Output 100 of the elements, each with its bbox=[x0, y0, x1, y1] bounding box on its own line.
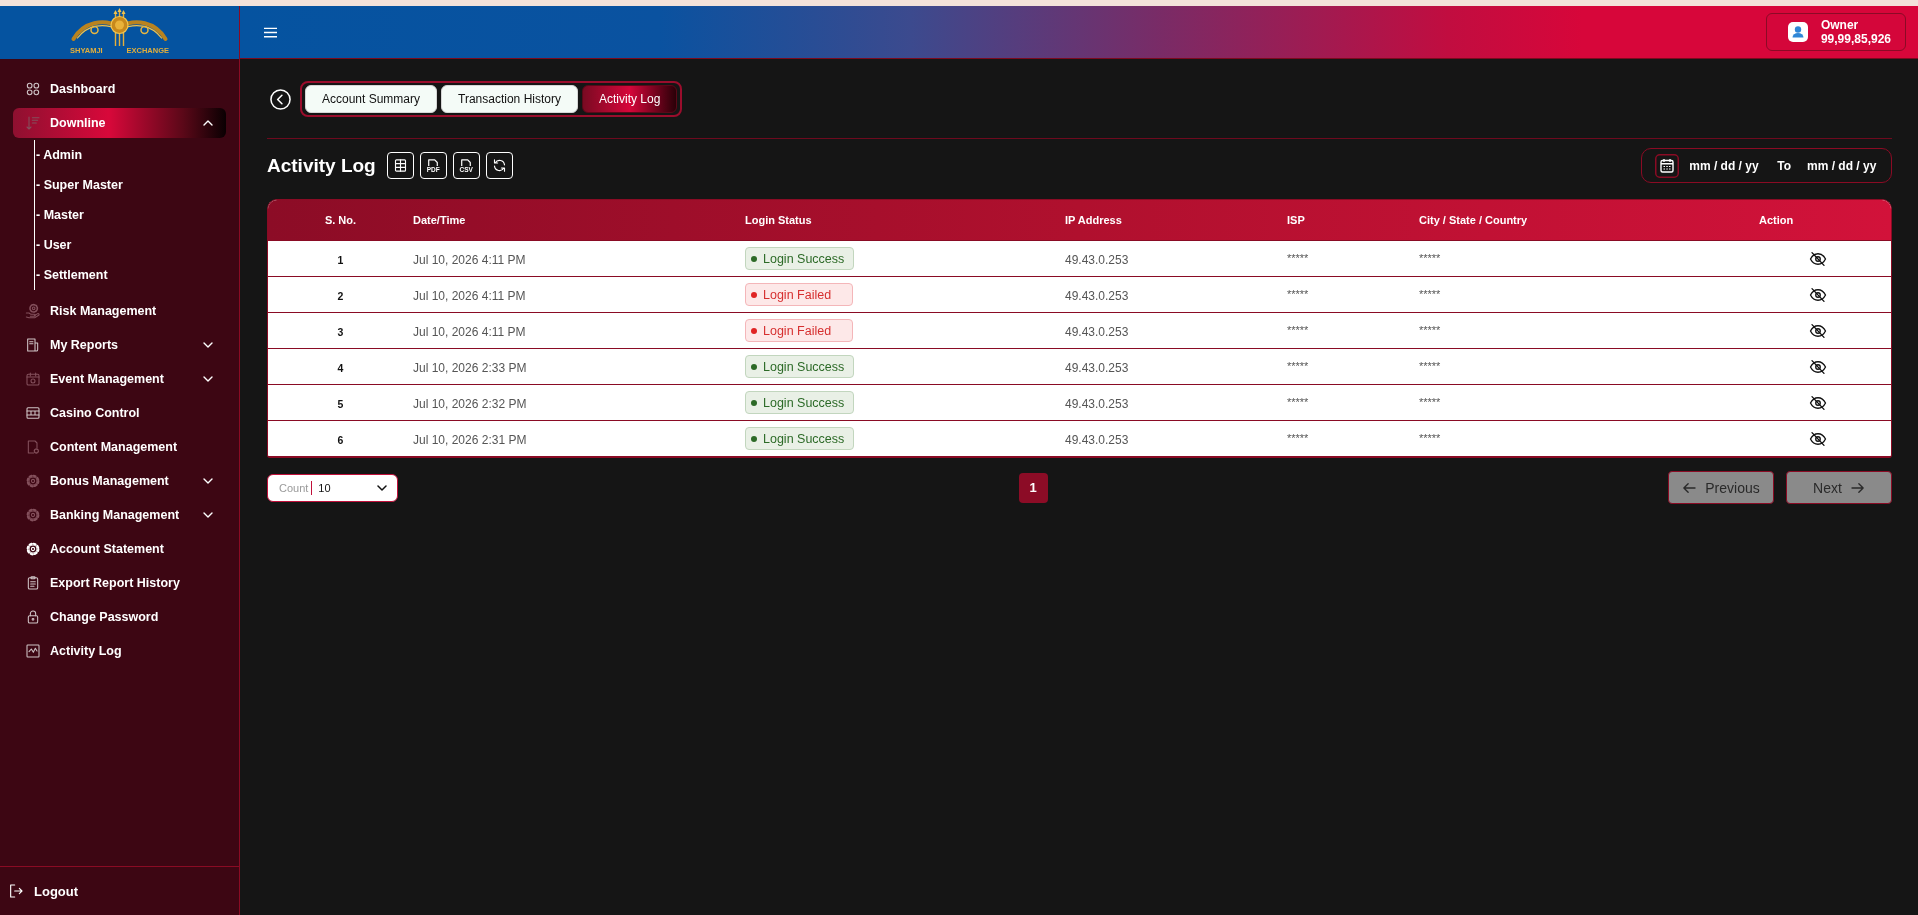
eye-slash-icon[interactable] bbox=[1809, 393, 1827, 412]
user-balance: 99,99,85,926 bbox=[1820, 32, 1891, 46]
status-text: Login Failed bbox=[763, 323, 832, 338]
column-header: ISP bbox=[1287, 214, 1305, 226]
sidebar-item[interactable]: Banking Management bbox=[13, 500, 226, 530]
table-cell: ***** bbox=[1419, 287, 1441, 300]
table-cell: 49.43.0.253 bbox=[1065, 432, 1129, 447]
spreadsheet-button[interactable] bbox=[386, 152, 414, 179]
column-header: Login Status bbox=[745, 214, 812, 226]
bow-emblem-icon bbox=[69, 8, 170, 46]
chevron-down-icon bbox=[377, 484, 387, 491]
sidebar-subitem[interactable]: - Master bbox=[35, 200, 84, 230]
table-cell: ***** bbox=[1419, 359, 1441, 372]
sidebar-item[interactable]: Activity Log bbox=[13, 636, 226, 666]
table-cell: 49.43.0.253 bbox=[1065, 252, 1129, 267]
table-cell: 49.43.0.253 bbox=[1065, 324, 1129, 339]
gear-icon bbox=[25, 473, 41, 489]
sidebar-subitem[interactable]: - User bbox=[35, 230, 72, 260]
arrow-right-icon bbox=[1850, 481, 1865, 494]
logout-icon bbox=[8, 883, 24, 899]
hand-gear-icon bbox=[25, 303, 41, 319]
table-cell: Jul 10, 2026 2:32 PM bbox=[413, 396, 527, 411]
status-text: Login Success bbox=[763, 395, 845, 410]
document-icon bbox=[460, 158, 473, 166]
sidebar-item[interactable]: Account Statement bbox=[13, 534, 226, 564]
table-cell: ***** bbox=[1287, 287, 1309, 300]
status-dot-icon bbox=[751, 435, 757, 442]
column-header: Action bbox=[1759, 214, 1794, 226]
status-text: Login Success bbox=[763, 431, 845, 446]
table-cell: ***** bbox=[1419, 431, 1441, 444]
sidebar-subitem[interactable]: - Super Master bbox=[35, 170, 123, 200]
sidebar-item[interactable]: Dashboard bbox=[13, 74, 226, 104]
sidebar-item[interactable]: Bonus Management bbox=[13, 466, 226, 496]
spreadsheet-icon bbox=[392, 158, 408, 173]
table-cell: ***** bbox=[1287, 323, 1309, 336]
logout-button[interactable]: Logout bbox=[8, 883, 79, 899]
table-cell: Jul 10, 2026 4:11 PM bbox=[413, 288, 526, 303]
table-cell: 3 bbox=[337, 325, 344, 338]
status-text: Login Success bbox=[763, 251, 845, 266]
user-role: Owner bbox=[1820, 18, 1860, 32]
table-cell: Jul 10, 2026 4:11 PM bbox=[413, 324, 526, 339]
sidebar-item[interactable]: Change Password bbox=[13, 602, 226, 632]
table-cell: 5 bbox=[337, 397, 344, 410]
count-select[interactable]: Count 10 bbox=[267, 473, 398, 502]
sidebar-item[interactable]: Export Report History bbox=[13, 568, 226, 598]
eye-slash-icon[interactable] bbox=[1809, 321, 1827, 340]
table-cell: ***** bbox=[1419, 395, 1441, 408]
table-cell: 6 bbox=[337, 433, 344, 446]
tab[interactable]: Account Summary bbox=[305, 85, 438, 113]
clipboard-icon bbox=[25, 575, 41, 591]
back-icon[interactable] bbox=[270, 88, 291, 110]
sidebar-item[interactable]: Casino Control bbox=[13, 398, 226, 428]
status-text: Login Success bbox=[763, 359, 845, 374]
sidebar-item[interactable]: Downline bbox=[13, 108, 226, 138]
sidebar-subitem[interactable]: - Settlement bbox=[35, 260, 108, 290]
status-dot-icon bbox=[751, 255, 757, 262]
table-cell: 49.43.0.253 bbox=[1065, 396, 1129, 411]
refresh-icon bbox=[491, 158, 507, 173]
lock-icon bbox=[25, 609, 41, 625]
table-cell: Jul 10, 2026 4:11 PM bbox=[413, 252, 526, 267]
user-badge[interactable]: Owner 99,99,85,926 bbox=[1765, 13, 1906, 51]
sort-lines-icon bbox=[25, 115, 41, 131]
column-header: Date/Time bbox=[413, 214, 466, 226]
column-header: S. No. bbox=[324, 214, 357, 226]
status-dot-icon bbox=[751, 291, 757, 298]
document-icon bbox=[427, 158, 440, 166]
grid-circles-icon bbox=[25, 81, 41, 97]
document-gear-icon bbox=[25, 439, 41, 455]
column-header: City / State / Country bbox=[1419, 214, 1528, 226]
to-date-field[interactable]: mm / dd / yy bbox=[1807, 158, 1879, 173]
sidebar-item[interactable]: Event Management bbox=[13, 364, 226, 394]
sidebar-item[interactable]: My Reports bbox=[13, 330, 226, 360]
table-cell: ***** bbox=[1287, 431, 1309, 444]
eye-slash-icon[interactable] bbox=[1809, 249, 1827, 268]
table-cell: ***** bbox=[1287, 395, 1309, 408]
table-cell: 2 bbox=[337, 289, 344, 302]
calendar-icon bbox=[25, 371, 41, 387]
status-dot-icon bbox=[751, 327, 757, 334]
table-cell: Jul 10, 2026 2:33 PM bbox=[413, 360, 527, 375]
gear-icon bbox=[25, 541, 41, 557]
status-text: Login Failed bbox=[763, 287, 832, 302]
eye-slash-icon[interactable] bbox=[1809, 429, 1827, 448]
sidebar-subitem[interactable]: - Admin bbox=[35, 140, 83, 170]
eye-slash-icon[interactable] bbox=[1809, 285, 1827, 304]
calendar-icon[interactable] bbox=[1655, 153, 1680, 178]
status-dot-icon bbox=[751, 363, 757, 370]
tab[interactable]: Activity Log bbox=[581, 85, 678, 113]
sidebar-item[interactable]: Risk Management bbox=[13, 296, 226, 326]
refresh-button[interactable] bbox=[485, 152, 513, 179]
status-dot-icon bbox=[751, 399, 757, 406]
table-cell: Jul 10, 2026 2:31 PM bbox=[413, 432, 527, 447]
table-cell: ***** bbox=[1287, 251, 1309, 264]
menu-icon[interactable] bbox=[264, 26, 277, 38]
tab[interactable]: Transaction History bbox=[441, 85, 578, 113]
table-cell: ***** bbox=[1419, 251, 1441, 264]
from-date-field[interactable]: mm / dd / yy bbox=[1689, 158, 1762, 173]
column-header: IP Address bbox=[1065, 214, 1122, 226]
sidebar-item[interactable]: Content Management bbox=[13, 432, 226, 462]
page-button[interactable]: 1 bbox=[1018, 472, 1048, 503]
eye-slash-icon[interactable] bbox=[1809, 357, 1827, 376]
